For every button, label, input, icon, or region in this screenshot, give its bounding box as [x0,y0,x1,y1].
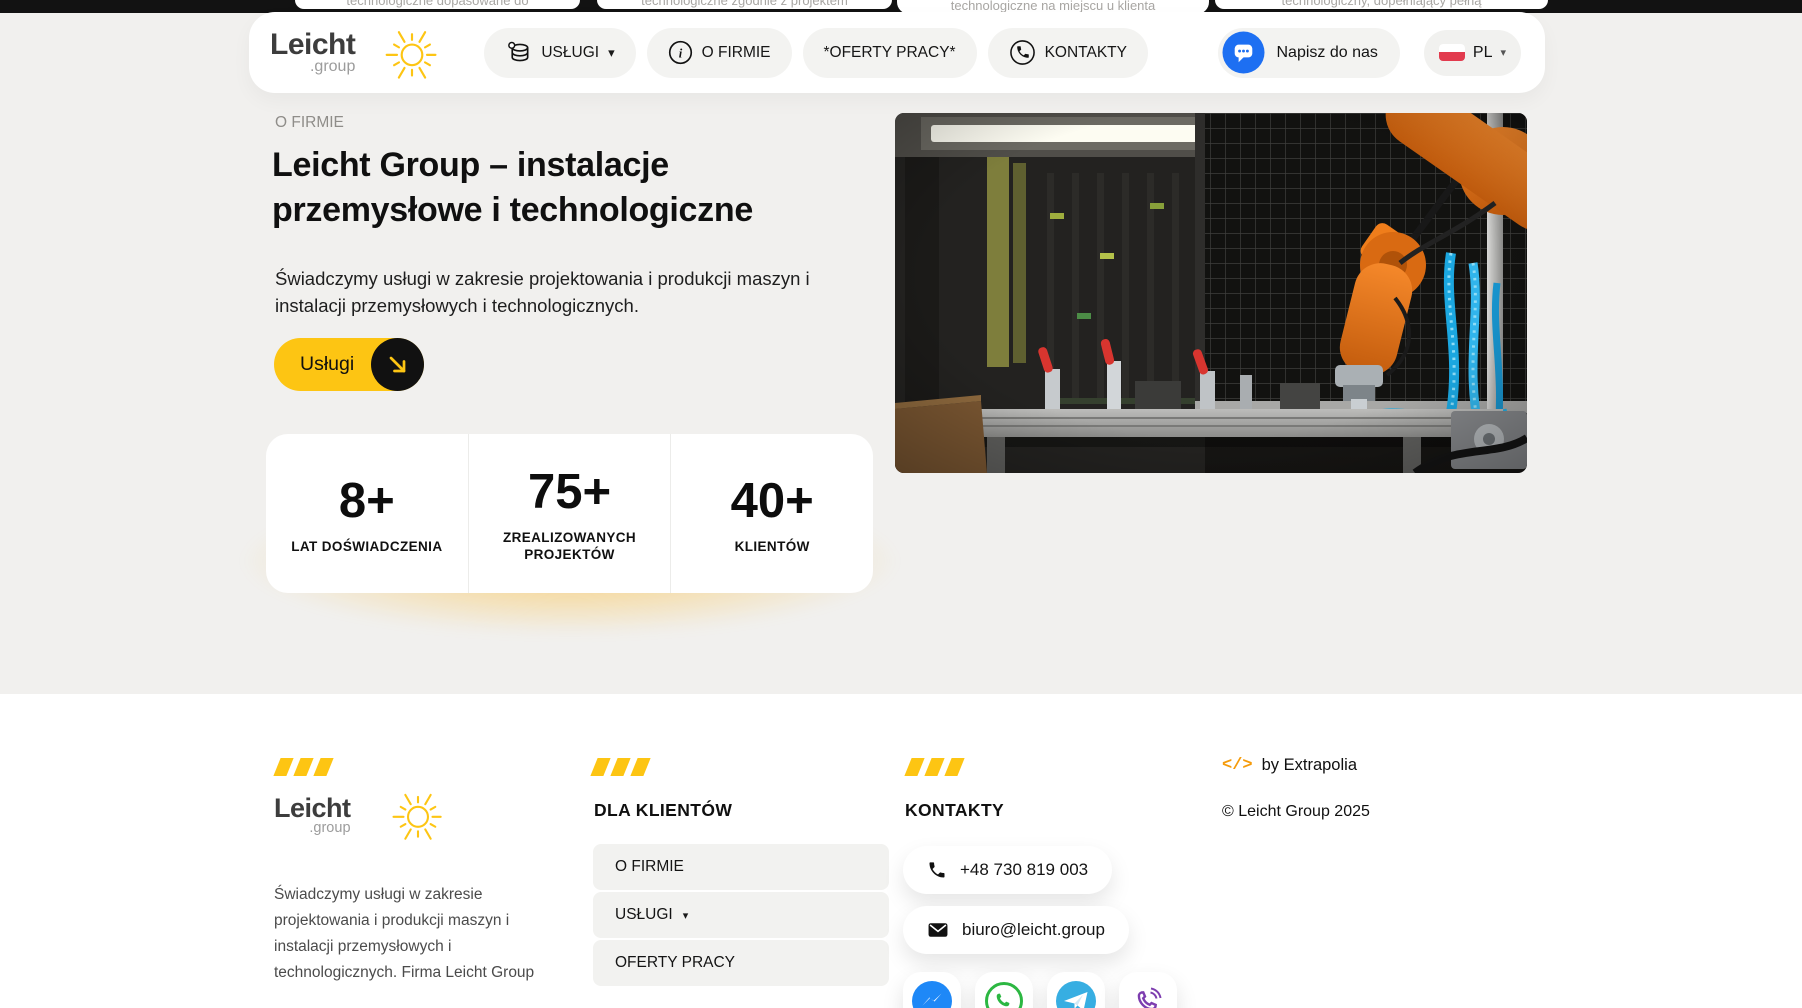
nav-label: USŁUGI [541,43,600,61]
stack-icon [508,41,529,62]
services-button[interactable]: Usługi [274,338,425,391]
hero-description: Świadczymy usługi w zakresie projektowan… [275,268,810,316]
chevron-down-icon: ▾ [1500,47,1506,59]
stat-clients: 40+ KLIENTÓW [670,434,873,593]
logo: Leicht .group [274,792,351,836]
messenger-icon[interactable] [903,972,961,1008]
slashes-icon [273,758,334,776]
logo[interactable]: Leicht .group [270,28,356,75]
strip-card: technologiczny, dopełniający pełną [1215,0,1548,9]
stat-label: KLIENTÓW [734,538,810,554]
strip-fragment: technologiczne zgodnie z projektem [641,0,848,8]
footer-client-links: O FIRMIE USŁUGI ▾ OFERTY PRACY [593,844,889,986]
strip-fragment: technologiczne dopasowane do [346,0,529,8]
viber-icon[interactable] [1119,972,1177,1008]
strip-fragment: technologiczny, dopełniający pełną [1281,0,1482,8]
chevron-down-icon: ▾ [682,909,689,922]
footer-heading-clients: DLA KLIENTÓW [594,800,733,820]
nav-item-uslugi[interactable]: USŁUGI ▾ [484,27,636,78]
stat-experience: 8+ LAT DOŚWIADCZENIA [266,434,468,593]
footer-link-o-firmie[interactable]: O FIRMIE [593,844,889,890]
phone-link[interactable]: +48 730 819 003 [903,846,1113,894]
stat-label: LAT DOŚWIADCZENIA [291,538,443,554]
credit-by[interactable]: </> by Extrapolia [1222,756,1357,775]
nav-item-oferty-pracy[interactable]: *OFERTY PRACY* [802,27,977,78]
nav-item-o-firmie[interactable]: i O FIRMIE [646,27,792,78]
arrow-down-right-icon [371,338,425,391]
footer-link-uslugi[interactable]: USŁUGI ▾ [593,892,889,938]
svg-text:i: i [678,46,682,60]
phone-icon [1009,40,1035,65]
sun-icon [392,793,442,840]
page-title: Leicht Group – instalacje przemysłowe i … [272,143,753,233]
cta-label: Napisz do nas [1276,43,1378,61]
email-address: biuro@leicht.group [962,920,1105,939]
write-to-us-button[interactable]: Napisz do nas [1217,27,1400,78]
sun-icon [385,30,437,79]
logo-suffix: .group [309,819,351,836]
stat-label: ZREALIZOWANYCH PROJEKTÓW [502,530,637,562]
chevron-down-icon: ▾ [608,44,615,60]
phone-number: +48 730 819 003 [960,860,1089,879]
stat-value: 8+ [338,473,395,528]
copyright: © Leicht Group 2025 [1222,803,1370,820]
hero-image-robot-cell [895,113,1527,473]
footer-heading-contacts: KONTAKTY [905,800,1005,820]
footer-logo[interactable]: Leicht .group [274,786,447,844]
stats-card: 8+ LAT DOŚWIADCZENIA 75+ ZREALIZOWANYCH … [266,434,873,593]
footer: Leicht .group Świadczymy usługi w zakres… [0,694,1802,1008]
logo-name: Leicht [270,28,356,61]
footer-link-label: O FIRMIE [615,858,684,875]
envelope-icon [928,923,948,937]
info-icon: i [668,40,692,65]
logo-name: Leicht [274,792,351,823]
nav-item-kontakty[interactable]: KONTAKTY [987,27,1148,78]
main-nav: USŁUGI ▾ i O FIRMIE *OFERTY PRACY* KONTA… [484,27,1148,78]
nav-label: O FIRMIE [701,43,771,61]
strip-card: technologiczne dopasowane do [295,0,580,9]
phone-filled-icon [929,862,945,878]
poland-flag-icon [1438,44,1465,61]
footer-link-label: OFERTY PRACY [615,954,736,971]
stat-projects: 75+ ZREALIZOWANYCH PROJEKTÓW [467,434,671,593]
slashes-icon [904,758,965,776]
email-link[interactable]: biuro@leicht.group [903,906,1129,954]
title-line: Leicht Group – instalacje [272,146,669,184]
footer-about-text: Świadczymy usługi w zakresie projektowan… [274,886,535,981]
social-links [903,972,1177,1008]
telegram-icon[interactable] [1047,972,1105,1008]
slashes-icon [590,758,651,776]
stat-value: 75+ [527,465,612,519]
language-selector[interactable]: PL ▾ [1423,29,1521,76]
nav-label: *OFERTY PRACY* [823,43,956,61]
logo-suffix: .group [309,58,356,75]
chat-icon [1221,31,1265,74]
nav-label: KONTAKTY [1044,43,1127,61]
credit-by-label: by Extrapolia [1261,756,1357,774]
services-button-label: Usługi [300,353,355,375]
language-code: PL [1472,43,1493,61]
code-icon: </> [1222,756,1253,775]
hero-eyebrow: O FIRMIE [275,114,344,131]
header: Leicht .group USŁUGI ▾ i O FIRMIE *OFERT… [249,12,1545,93]
footer-link-oferty-pracy[interactable]: OFERTY PRACY [593,940,889,986]
strip-card: technologiczne zgodnie z projektem [597,0,892,9]
footer-link-label: USŁUGI [615,906,673,923]
title-line: przemysłowe i technologiczne [272,191,753,229]
stat-value: 40+ [730,473,814,528]
page: technologiczne dopasowane do technologic… [0,0,1802,1008]
whatsapp-icon[interactable] [975,972,1033,1008]
